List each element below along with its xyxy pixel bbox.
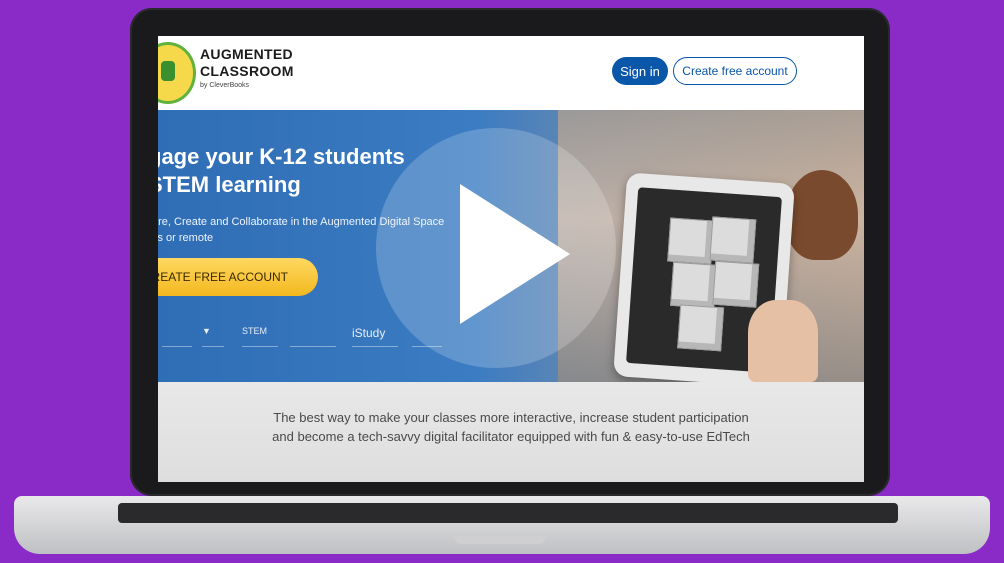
ar-cube <box>677 304 725 352</box>
hand-image <box>748 300 818 382</box>
create-account-button[interactable]: Create free account <box>673 57 797 85</box>
tagline-line2: and become a tech-savvy digital facilita… <box>272 429 750 444</box>
tagline-line1: The best way to make your classes more i… <box>273 410 749 425</box>
browser-screen: AUGMENTED CLASSROOM by CleverBooks Sign … <box>158 36 864 482</box>
logo-title-line2[interactable]: CLASSROOM <box>200 63 294 79</box>
student-image <box>786 170 858 260</box>
logo-subtitle: by CleverBooks <box>200 82 250 89</box>
logo-title-line1[interactable]: AUGMENTED <box>200 46 293 62</box>
partner-logo: STEM <box>242 326 278 347</box>
play-icon[interactable] <box>460 184 570 324</box>
signin-button[interactable]: Sign in <box>612 57 668 85</box>
partner-logo <box>290 326 336 347</box>
hero-title-line1: gage your K-12 students <box>158 144 405 169</box>
ar-cube <box>712 260 760 308</box>
ar-cube <box>709 216 757 264</box>
site-header: AUGMENTED CLASSROOM by CleverBooks Sign … <box>158 36 864 110</box>
hero-create-account-button[interactable]: CREATE FREE ACCOUNT <box>158 258 318 296</box>
hero-subtitle-line2: ss or remote <box>158 232 214 244</box>
hero-title-line2: STEM learning <box>158 172 301 197</box>
ar-cube <box>667 217 715 265</box>
laptop-notch <box>454 536 546 544</box>
partner-logo: iStudy <box>352 326 398 347</box>
logo-icon[interactable] <box>158 42 196 104</box>
laptop-keyboard <box>118 503 898 523</box>
ar-cube <box>670 261 718 309</box>
partner-logo <box>162 326 192 347</box>
partner-logo: ▼ <box>202 326 224 347</box>
